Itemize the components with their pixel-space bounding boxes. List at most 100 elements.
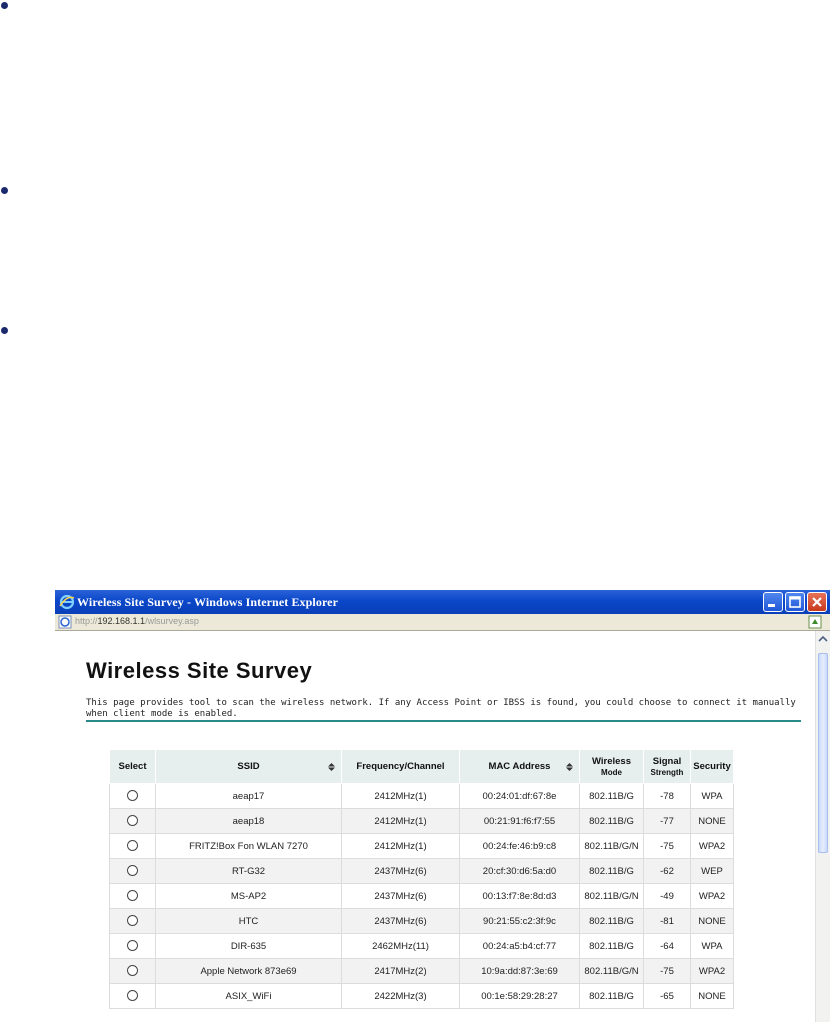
cell-ssid: ASIX_WiFi bbox=[155, 983, 342, 1009]
select-radio[interactable] bbox=[127, 965, 138, 977]
cell-signal: -62 bbox=[643, 858, 691, 884]
sort-arrows-icon[interactable] bbox=[566, 763, 573, 771]
page-title: Wireless Site Survey bbox=[86, 658, 313, 683]
cell-security: WPA bbox=[690, 933, 734, 959]
header-signal[interactable]: Signal Strength bbox=[643, 749, 691, 784]
table-row: aeap17 2412MHz(1) 00:24:01:df:67:8e 802.… bbox=[109, 783, 734, 809]
cell-frequency: 2437MHz(6) bbox=[341, 908, 460, 934]
header-ssid[interactable]: SSID bbox=[155, 749, 342, 784]
sort-arrows-icon[interactable] bbox=[328, 763, 335, 771]
maximize-button[interactable] bbox=[785, 592, 805, 612]
cell-ssid: DIR-635 bbox=[155, 933, 342, 959]
cell-frequency: 2417MHz(2) bbox=[341, 958, 460, 984]
cell-mode: 802.11B/G bbox=[579, 808, 644, 834]
select-radio[interactable] bbox=[127, 790, 138, 802]
cell-mac: 00:24:a5:b4:cf:77 bbox=[459, 933, 580, 959]
header-mac-label: MAC Address bbox=[488, 761, 551, 772]
select-radio[interactable] bbox=[127, 840, 138, 852]
cell-mac: 90:21:55:c2:3f:9c bbox=[459, 908, 580, 934]
header-signal-line2: Strength bbox=[650, 767, 684, 777]
cell-mode: 802.11B/G bbox=[579, 783, 644, 809]
table-row: Apple Network 873e69 2417MHz(2) 10:9a:dd… bbox=[109, 958, 734, 984]
cell-frequency: 2412MHz(1) bbox=[341, 808, 460, 834]
select-radio[interactable] bbox=[127, 940, 138, 952]
select-radio[interactable] bbox=[127, 890, 138, 902]
page-content: Wireless Site Survey This page provides … bbox=[55, 631, 815, 1022]
header-frequency[interactable]: Frequency/Channel bbox=[341, 749, 460, 784]
table-row: aeap18 2412MHz(1) 00:21:91:f6:f7:55 802.… bbox=[109, 808, 734, 834]
table-row: DIR-635 2462MHz(11) 00:24:a5:b4:cf:77 80… bbox=[109, 933, 734, 959]
cell-signal: -49 bbox=[643, 883, 691, 909]
cell-signal: -78 bbox=[643, 783, 691, 809]
compatibility-icon[interactable] bbox=[808, 615, 822, 629]
url-prefix: http:// bbox=[75, 616, 98, 626]
header-select: Select bbox=[109, 749, 156, 784]
cell-signal: -65 bbox=[643, 983, 691, 1009]
bullet-1 bbox=[1, 2, 8, 9]
cell-signal: -75 bbox=[643, 958, 691, 984]
cell-frequency: 2437MHz(6) bbox=[341, 883, 460, 909]
table-row: FRITZ!Box Fon WLAN 7270 2412MHz(1) 00:24… bbox=[109, 833, 734, 859]
cell-ssid: RT-G32 bbox=[155, 858, 342, 884]
cell-frequency: 2462MHz(11) bbox=[341, 933, 460, 959]
maximize-icon bbox=[789, 596, 801, 608]
cell-signal: -77 bbox=[643, 808, 691, 834]
cell-ssid: Apple Network 873e69 bbox=[155, 958, 342, 984]
address-url[interactable]: http://192.168.1.1/wlsurvey.asp bbox=[75, 616, 199, 626]
page-icon bbox=[58, 615, 72, 629]
header-signal-line1: Signal bbox=[652, 755, 682, 767]
cell-mac: 00:24:fe:46:b9:c8 bbox=[459, 833, 580, 859]
table-body: aeap17 2412MHz(1) 00:24:01:df:67:8e 802.… bbox=[109, 783, 734, 1009]
cell-ssid: aeap18 bbox=[155, 808, 342, 834]
ie-icon bbox=[59, 594, 75, 610]
cell-mode: 802.11B/G bbox=[579, 933, 644, 959]
cell-mode: 802.11B/G/N bbox=[579, 883, 644, 909]
select-radio[interactable] bbox=[127, 990, 138, 1002]
bullet-2 bbox=[1, 187, 8, 194]
header-security-label: Security bbox=[693, 761, 731, 772]
cell-signal: -75 bbox=[643, 833, 691, 859]
table-row: MS-AP2 2437MHz(6) 00:13:f7:8e:8d:d3 802.… bbox=[109, 883, 734, 909]
cell-frequency: 2412MHz(1) bbox=[341, 783, 460, 809]
url-path: /wlsurvey.asp bbox=[145, 616, 199, 626]
header-mode-line1: Wireless bbox=[592, 755, 631, 767]
cell-frequency: 2412MHz(1) bbox=[341, 833, 460, 859]
page-description: This page provides tool to scan the wire… bbox=[86, 698, 796, 719]
cell-mac: 00:24:01:df:67:8e bbox=[459, 783, 580, 809]
table-row: ASIX_WiFi 2422MHz(3) 00:1e:58:29:28:27 8… bbox=[109, 983, 734, 1009]
cell-security: NONE bbox=[690, 983, 734, 1009]
cell-mac: 10:9a:dd:87:3e:69 bbox=[459, 958, 580, 984]
url-host: 192.168.1.1 bbox=[97, 616, 146, 626]
header-mode[interactable]: Wireless Mode bbox=[579, 749, 644, 784]
select-radio[interactable] bbox=[127, 865, 138, 877]
cell-ssid: FRITZ!Box Fon WLAN 7270 bbox=[155, 833, 342, 859]
title-bar[interactable]: Wireless Site Survey - Windows Internet … bbox=[55, 590, 830, 614]
browser-window: Wireless Site Survey - Windows Internet … bbox=[55, 590, 830, 1022]
cell-ssid: aeap17 bbox=[155, 783, 342, 809]
cell-mac: 00:21:91:f6:f7:55 bbox=[459, 808, 580, 834]
scroll-up-icon[interactable] bbox=[817, 632, 829, 646]
cell-security: NONE bbox=[690, 908, 734, 934]
minimize-icon bbox=[768, 604, 775, 607]
header-security[interactable]: Security bbox=[690, 749, 734, 784]
cell-mode: 802.11B/G/N bbox=[579, 958, 644, 984]
cell-security: WPA bbox=[690, 783, 734, 809]
table-row: HTC 2437MHz(6) 90:21:55:c2:3f:9c 802.11B… bbox=[109, 908, 734, 934]
header-mode-line2: Mode bbox=[601, 767, 622, 777]
cell-signal: -64 bbox=[643, 933, 691, 959]
cell-frequency: 2437MHz(6) bbox=[341, 858, 460, 884]
scrollbar-thumb[interactable] bbox=[818, 653, 828, 853]
cell-security: WEP bbox=[690, 858, 734, 884]
header-mac[interactable]: MAC Address bbox=[459, 749, 580, 784]
address-bar[interactable]: http://192.168.1.1/wlsurvey.asp bbox=[55, 614, 830, 631]
vertical-scrollbar[interactable] bbox=[815, 631, 830, 1022]
minimize-button[interactable] bbox=[763, 592, 783, 612]
select-radio[interactable] bbox=[127, 815, 138, 827]
cell-mac: 20:cf:30:d6:5a:d0 bbox=[459, 858, 580, 884]
select-radio[interactable] bbox=[127, 915, 138, 927]
cell-security: WPA2 bbox=[690, 833, 734, 859]
cell-mac: 00:1e:58:29:28:27 bbox=[459, 983, 580, 1009]
close-button[interactable] bbox=[807, 592, 827, 612]
close-icon bbox=[812, 597, 822, 607]
cell-security: WPA2 bbox=[690, 958, 734, 984]
